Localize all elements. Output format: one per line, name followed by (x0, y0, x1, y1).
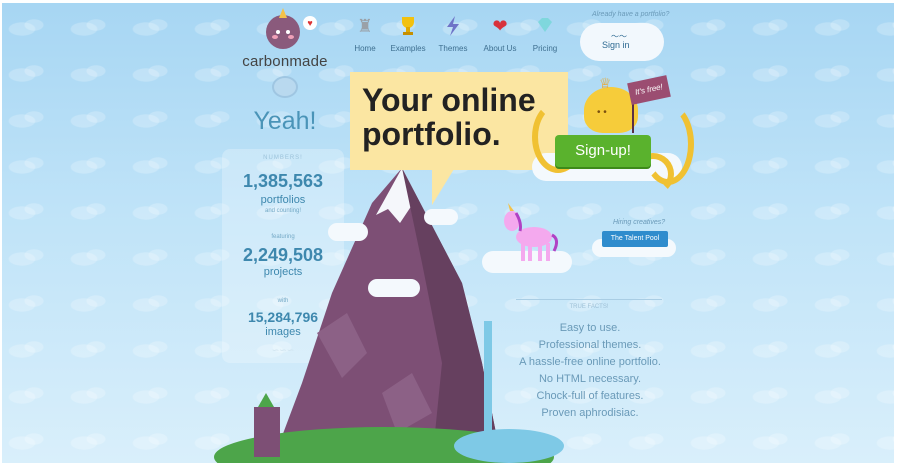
rock-pillar (254, 407, 280, 457)
logo-cheek (288, 35, 294, 39)
signin-button[interactable]: Sign in (602, 40, 630, 50)
yeah-heading: Yeah! (253, 107, 317, 135)
facts-title: TRUE FACTS! (569, 304, 609, 310)
fact-item: Chock-full of features. (536, 390, 644, 402)
nav-pricing-label: Pricing (532, 44, 558, 53)
fact-item: Proven aphrodisiac. (541, 407, 639, 419)
fact-item: No HTML necessary. (538, 373, 642, 385)
nav-examples[interactable]: Examples (385, 15, 431, 53)
octopus-face: • • (597, 107, 607, 118)
hiring-prompt: Hiring creatives? (613, 219, 666, 226)
nav-pricing[interactable]: Pricing (522, 15, 568, 53)
logo-horn-icon (279, 8, 287, 18)
signin-prompt: Already have a portfolio? (592, 11, 670, 18)
small-cloud (368, 279, 420, 297)
cloud-icon (272, 76, 298, 98)
signup-button[interactable]: Sign-up! (555, 135, 651, 167)
up-arrow-sign-icon (258, 393, 274, 407)
logo-eye (276, 30, 280, 34)
nav-examples-label: Examples (390, 44, 426, 53)
brand-name[interactable]: carbonmade (238, 53, 332, 70)
logo-eye (286, 30, 290, 34)
talent-pool-button[interactable]: The Talent Pool (602, 231, 668, 247)
heart-badge-icon: ♥ (303, 16, 317, 30)
nav-about-label: About Us (483, 44, 517, 53)
nav-home-label: Home (354, 44, 376, 53)
page-canvas: ♥ carbonmade ♜ Home Examples Themes ❤ Ab… (2, 3, 894, 463)
lake (454, 429, 564, 463)
carbonmade-logo-icon[interactable] (266, 15, 300, 49)
nav-themes-label: Themes (438, 44, 468, 53)
diamond-icon (535, 15, 555, 37)
fact-item: Professional themes. (538, 339, 642, 351)
small-cloud (424, 209, 458, 225)
mountain-illustration (272, 168, 502, 463)
facts-divider (516, 299, 662, 300)
nav-home[interactable]: ♜ Home (342, 15, 388, 53)
small-cloud (328, 223, 368, 241)
fact-item: Easy to use. (559, 322, 621, 334)
castle-icon: ♜ (356, 16, 374, 36)
speech-bubble-tail (432, 169, 454, 205)
lightning-icon (443, 15, 463, 37)
logo-cheek (272, 35, 278, 39)
fact-item: A hassle-free online portfolio. (519, 356, 661, 368)
heart-icon: ❤ (492, 16, 508, 36)
crown-icon: ♕ (599, 75, 612, 91)
nav-about[interactable]: ❤ About Us (477, 15, 523, 53)
unicorn-icon (504, 203, 559, 261)
waterfall (484, 321, 492, 441)
trophy-icon (398, 15, 418, 37)
stats-header: NUMBERS! (263, 155, 303, 161)
nav-themes[interactable]: Themes (430, 15, 476, 53)
